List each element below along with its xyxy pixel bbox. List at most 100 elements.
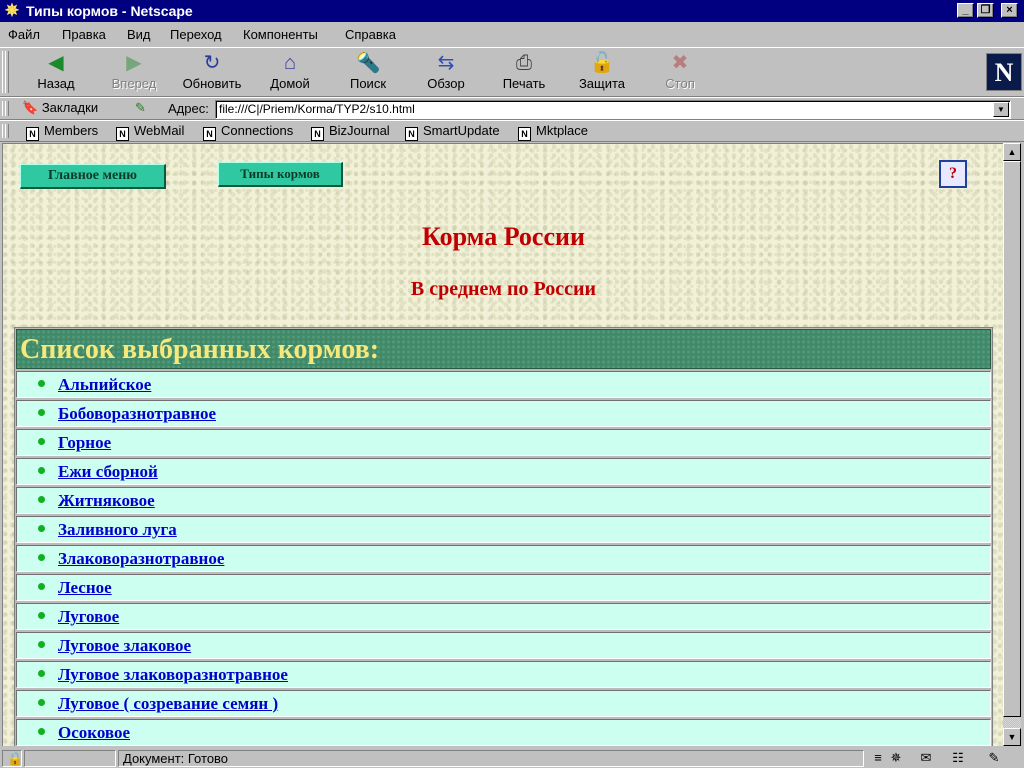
close-button[interactable]: × bbox=[1001, 3, 1018, 18]
bookmarks-button[interactable]: 🔖 Закладки bbox=[22, 100, 98, 116]
page-viewport: Главное меню Типы кормов ? Корма России … bbox=[2, 143, 1003, 746]
bookmark-bizjournal[interactable]: N BizJournal bbox=[311, 123, 390, 141]
scroll-up-icon[interactable]: ▲ bbox=[1003, 143, 1021, 161]
bullet-icon bbox=[38, 467, 45, 474]
padlock-icon: 🔓 bbox=[589, 52, 615, 74]
back-arrow-icon: ◀ bbox=[48, 52, 64, 74]
netscape-window: ✵ Типы кормов - Netscape _ ❐ × Файл Прав… bbox=[0, 0, 1024, 768]
bullet-icon bbox=[38, 409, 45, 416]
feed-link[interactable]: Альпийское bbox=[58, 375, 151, 395]
stop-button[interactable]: ✖ Стоп bbox=[642, 50, 718, 94]
menu-edit[interactable]: Правка bbox=[62, 27, 106, 42]
reload-button[interactable]: ↻ Обновить bbox=[174, 50, 250, 94]
bullet-icon bbox=[38, 641, 45, 648]
list-item: Бобоворазнотравное bbox=[16, 400, 991, 427]
bullet-icon bbox=[38, 612, 45, 619]
navigator-icon[interactable]: ✵ bbox=[886, 750, 906, 766]
status-bar: 🔒 Документ: Готово ≡ ✵ ✉ ☷ ✎ bbox=[0, 748, 1024, 768]
window-title: Типы кормов - Netscape bbox=[26, 3, 193, 19]
bookmarks-label: Закладки bbox=[41, 100, 99, 115]
bookmark-mktplace[interactable]: N Mktplace bbox=[518, 123, 588, 141]
guide-label: Обзор bbox=[427, 76, 465, 91]
status-text: Документ: Готово bbox=[118, 750, 864, 767]
menu-view[interactable]: Вид bbox=[127, 27, 151, 42]
feed-link[interactable]: Луговое ( созревание семян ) bbox=[58, 694, 278, 714]
feed-link[interactable]: Злаковоразнотравное bbox=[58, 549, 224, 569]
discussions-icon[interactable]: ☷ bbox=[948, 750, 968, 766]
list-item: Осоковое bbox=[16, 719, 991, 746]
bookmark-connections[interactable]: N Connections bbox=[203, 123, 293, 141]
guide-button[interactable]: ⇆ Обзор bbox=[408, 50, 484, 94]
forward-button[interactable]: ▶ Вперед bbox=[96, 50, 172, 94]
menu-help[interactable]: Справка bbox=[345, 27, 396, 42]
list-item: Горное bbox=[16, 429, 991, 456]
page-proxy-icon[interactable]: ✎ bbox=[135, 100, 146, 116]
home-button[interactable]: ⌂ Домой bbox=[252, 50, 328, 94]
feed-link[interactable]: Ежи сборной bbox=[58, 462, 158, 482]
feed-link[interactable]: Луговое злаковое bbox=[58, 636, 191, 656]
feed-link[interactable]: Осоковое bbox=[58, 723, 130, 743]
back-button[interactable]: ◀ Назад bbox=[18, 50, 94, 94]
bullet-icon bbox=[38, 525, 45, 532]
scroll-thumb[interactable] bbox=[1003, 161, 1021, 717]
bullet-icon bbox=[38, 554, 45, 561]
list-item: Заливного луга bbox=[16, 516, 991, 543]
bullet-icon bbox=[38, 699, 45, 706]
progress-panel bbox=[24, 750, 116, 767]
toolbar-grip[interactable] bbox=[2, 51, 9, 93]
feed-link[interactable]: Луговое злаковоразнотравное bbox=[58, 665, 288, 685]
netscape-logo[interactable]: N bbox=[986, 53, 1022, 91]
search-icon: 🔦 bbox=[355, 52, 381, 74]
search-label: Поиск bbox=[349, 76, 387, 91]
menu-file[interactable]: Файл bbox=[8, 27, 40, 42]
search-button[interactable]: 🔦 Поиск bbox=[330, 50, 406, 94]
vertical-scrollbar[interactable]: ▲ ▼ bbox=[1003, 143, 1021, 746]
bookmark-webmail[interactable]: N WebMail bbox=[116, 123, 184, 141]
menu-bar: Файл Правка Вид Переход Компоненты Справ… bbox=[0, 24, 1024, 46]
restore-button[interactable]: ❐ bbox=[977, 3, 994, 18]
list-item: Луговое ( созревание семян ) bbox=[16, 690, 991, 717]
list-item: Луговое злаковоразнотравное bbox=[16, 661, 991, 688]
personal-grip[interactable] bbox=[2, 124, 9, 138]
bookmark-smartupdate[interactable]: N SmartUpdate bbox=[405, 123, 500, 141]
feed-link[interactable]: Лесное bbox=[58, 578, 112, 598]
minimize-button[interactable]: _ bbox=[957, 3, 974, 18]
bookmarks-icon: 🔖 bbox=[22, 100, 39, 115]
feed-link[interactable]: Бобоворазнотравное bbox=[58, 404, 216, 424]
menu-components[interactable]: Компоненты bbox=[243, 27, 318, 42]
help-icon[interactable]: ? bbox=[939, 160, 967, 188]
feed-link[interactable]: Житняковое bbox=[58, 491, 155, 511]
component-bar-grip-icon[interactable]: ≡ bbox=[868, 750, 888, 766]
feed-link[interactable]: Луговое bbox=[58, 607, 119, 627]
bullet-icon bbox=[38, 583, 45, 590]
bullet-icon bbox=[38, 438, 45, 445]
bullet-icon bbox=[38, 728, 45, 735]
netscape-app-icon[interactable]: ✵ bbox=[3, 2, 21, 20]
scroll-down-icon[interactable]: ▼ bbox=[1003, 728, 1021, 746]
print-button[interactable]: ⎙ Печать bbox=[486, 50, 562, 94]
feed-types-button[interactable]: Типы кормов bbox=[218, 162, 343, 187]
page-subtitle: В среднем по России bbox=[410, 278, 597, 300]
printer-icon: ⎙ bbox=[516, 52, 532, 74]
location-toolbar: 🔖 Закладки ✎ Адрес: file:///C|/Priem/Kor… bbox=[0, 97, 1024, 120]
reload-icon: ↻ bbox=[203, 52, 221, 74]
security-status-icon[interactable]: 🔒 bbox=[2, 750, 23, 767]
list-item: Луговое bbox=[16, 603, 991, 630]
location-grip[interactable] bbox=[2, 101, 9, 116]
main-menu-button[interactable]: Главное меню bbox=[20, 164, 166, 189]
address-input[interactable]: file:///C|/Priem/Korma/TYP2/s10.html ▼ bbox=[215, 100, 1011, 119]
security-button[interactable]: 🔓 Защита bbox=[564, 50, 640, 94]
menu-go[interactable]: Переход bbox=[170, 27, 222, 42]
bookmark-page-icon: N bbox=[116, 127, 129, 141]
address-url: file:///C|/Priem/Korma/TYP2/s10.html bbox=[219, 102, 415, 116]
bookmark-page-icon: N bbox=[405, 127, 418, 141]
composer-icon[interactable]: ✎ bbox=[984, 750, 1004, 766]
feed-link[interactable]: Горное bbox=[58, 433, 111, 453]
print-label: Печать bbox=[502, 76, 546, 91]
address-dropdown-icon[interactable]: ▼ bbox=[993, 102, 1009, 117]
bookmark-page-icon: N bbox=[311, 127, 324, 141]
feed-link[interactable]: Заливного луга bbox=[58, 520, 177, 540]
page-title: Корма России bbox=[422, 222, 585, 251]
bookmark-members[interactable]: N Members bbox=[26, 123, 98, 141]
mail-icon[interactable]: ✉ bbox=[916, 750, 936, 766]
